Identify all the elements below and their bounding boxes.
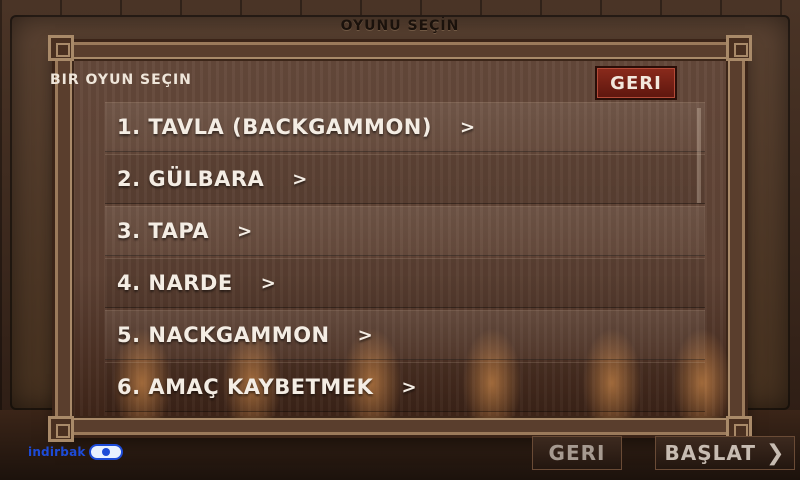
brand-text: indirbak: [28, 445, 86, 459]
game-item-label: 2. GÜLBARA: [117, 167, 265, 191]
game-item-nackgammon[interactable]: 5. NACKGAMMON >: [105, 310, 705, 360]
game-item-label: 5. NACKGAMMON: [117, 323, 330, 347]
game-item-amac-kaybetmek[interactable]: 6. AMAÇ KAYBETMEK >: [105, 362, 705, 412]
start-button[interactable]: BAŞLAT ❯: [655, 436, 795, 470]
corner-ornament: [48, 416, 74, 442]
brand-watermark: indirbak: [28, 444, 123, 460]
start-label: BAŞLAT: [664, 441, 756, 465]
corner-ornament: [726, 35, 752, 61]
game-list: 1. TAVLA (BACKGAMMON) > 2. GÜLBARA > 3. …: [105, 102, 705, 414]
bottom-back-label: GERI: [548, 441, 606, 465]
game-item-label: 3. TAPA: [117, 219, 210, 243]
chevron-right-icon: >: [459, 116, 476, 138]
dialog-back-label: GERI: [610, 72, 662, 94]
chevron-right-icon: >: [237, 220, 253, 242]
list-scrollbar[interactable]: [697, 108, 701, 203]
chevron-right-icon: >: [260, 272, 277, 294]
game-item-tapa[interactable]: 3. TAPA >: [105, 206, 705, 256]
game-item-label: 6. AMAÇ KAYBETMEK: [117, 375, 374, 399]
corner-ornament: [48, 35, 74, 61]
chevron-right-icon: >: [292, 168, 308, 190]
chevron-right-icon: >: [357, 324, 374, 346]
dialog-header: BIR OYUN SEÇIN: [50, 72, 192, 88]
chevron-right-icon: >: [401, 376, 418, 398]
chevron-right-icon: ❯: [766, 440, 786, 466]
game-item-gulbara[interactable]: 2. GÜLBARA >: [105, 154, 705, 204]
game-item-tavla[interactable]: 1. TAVLA (BACKGAMMON) >: [105, 102, 705, 152]
game-item-narde[interactable]: 4. NARDE >: [105, 258, 705, 308]
eye-logo-icon: [88, 444, 123, 460]
dialog-back-button[interactable]: GERI: [595, 66, 677, 100]
game-item-label: 1. TAVLA (BACKGAMMON): [117, 115, 432, 139]
screen-title: OYUNU SEÇİN: [340, 18, 460, 34]
game-item-label: 4. NARDE: [117, 271, 233, 295]
bottom-back-button[interactable]: GERI: [532, 436, 622, 470]
